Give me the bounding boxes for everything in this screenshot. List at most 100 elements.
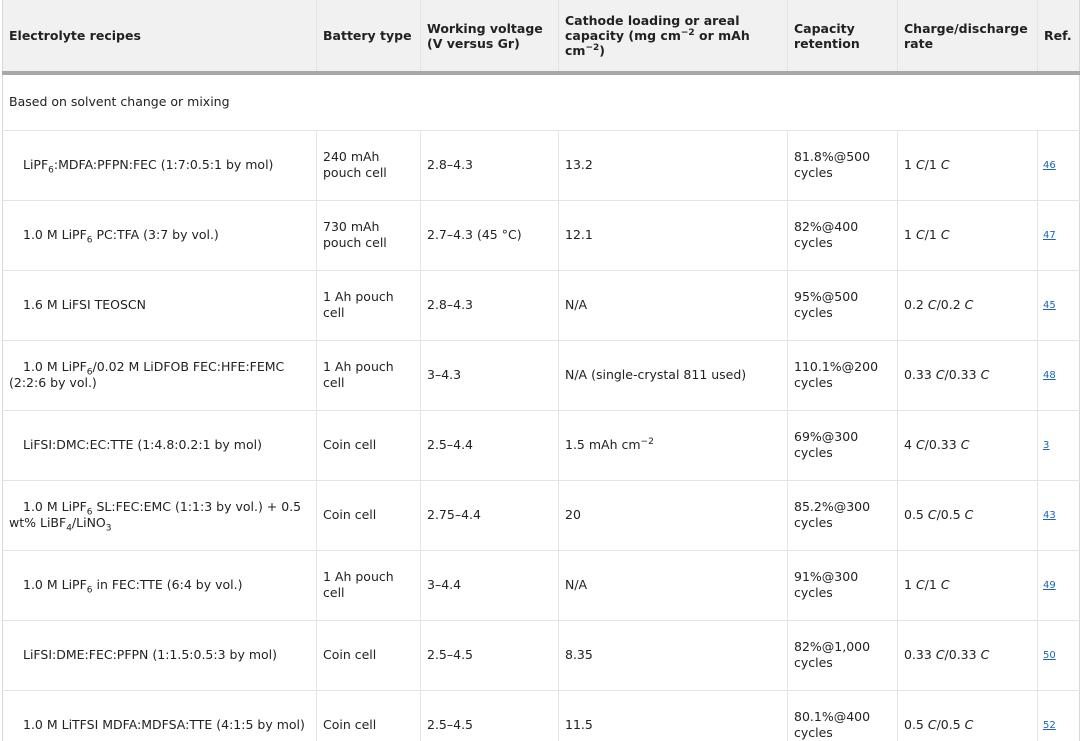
rate-unit: C <box>960 437 970 452</box>
header-battery-type: Battery type <box>316 0 421 75</box>
rate-unit: C <box>927 717 937 732</box>
rate-unit: C <box>980 647 990 662</box>
cathode-cell: 1.5 mAh cm−2 <box>558 410 788 481</box>
cathode-cell: 12.1 <box>558 200 788 271</box>
ref-cell: 49 <box>1037 550 1080 621</box>
battery-type-cell: Coin cell <box>316 410 421 481</box>
rate-unit: C <box>915 227 925 242</box>
rate-unit: C <box>915 437 925 452</box>
cathode-cell: N/A (single-crystal 811 used) <box>558 340 788 411</box>
rate-cell: 0.33 C/0.33 C <box>897 620 1038 691</box>
header-capacity-retention: Capacity retention <box>787 0 898 75</box>
battery-type-cell: 730 mAh pouch cell <box>316 200 421 271</box>
ref-link[interactable]: 48 <box>1043 370 1056 381</box>
ref-cell: 47 <box>1037 200 1080 271</box>
voltage-cell: 2.7–4.3 (45 °C) <box>420 200 559 271</box>
retention-cell: 95%@500 cycles <box>787 270 898 341</box>
rate-unit: C <box>915 157 925 172</box>
rate-unit: C <box>927 507 937 522</box>
rate-unit: C <box>940 157 950 172</box>
cathode-cell: 8.35 <box>558 620 788 691</box>
rate-unit: C <box>915 577 925 592</box>
table-row: LiFSI:DME:FEC:PFPN (1:1.5:0.5:3 by mol) … <box>2 620 1080 691</box>
voltage-cell: 2.5–4.5 <box>420 620 559 691</box>
ref-link[interactable]: 47 <box>1043 230 1056 241</box>
rate-unit: C <box>964 297 974 312</box>
rate-unit: C <box>964 507 974 522</box>
table-row: 1.6 M LiFSI TEOSCN 1 Ah pouch cell 2.8–4… <box>2 270 1080 341</box>
rate-cell: 1 C/1 C <box>897 130 1038 201</box>
section-label: Based on solvent change or mixing <box>2 73 1080 131</box>
recipe-cell: 1.0 M LiPF6 in FEC:TTE (6:4 by vol.) <box>2 550 317 621</box>
retention-cell: 80.1%@400 cycles <box>787 690 898 741</box>
rate-cell: 4 C/0.33 C <box>897 410 1038 481</box>
table-row: 1.0 M LiPF6 in FEC:TTE (6:4 by vol.) 1 A… <box>2 550 1080 621</box>
retention-cell: 91%@300 cycles <box>787 550 898 621</box>
voltage-cell: 2.75–4.4 <box>420 480 559 551</box>
retention-cell: 110.1%@200 cycles <box>787 340 898 411</box>
cathode-cell: 11.5 <box>558 690 788 741</box>
header-working-voltage: Working voltage (V versus Gr) <box>420 0 559 75</box>
ref-cell: 46 <box>1037 130 1080 201</box>
header-electrolyte-recipes: Electrolyte recipes <box>2 0 317 75</box>
retention-cell: 81.8%@500 cycles <box>787 130 898 201</box>
electrolyte-table: Electrolyte recipes Battery type Working… <box>2 0 1080 741</box>
voltage-cell: 2.5–4.4 <box>420 410 559 481</box>
recipe-cell: 1.0 M LiPF6/0.02 M LiDFOB FEC:HFE:FEMC (… <box>2 340 317 411</box>
rate-cell: 0.5 C/0.5 C <box>897 690 1038 741</box>
header-row: Electrolyte recipes Battery type Working… <box>2 0 1080 75</box>
rate-unit: C <box>927 297 937 312</box>
rate-unit: C <box>940 227 950 242</box>
section-row: Based on solvent change or mixing <box>2 73 1080 131</box>
rate-cell: 1 C/1 C <box>897 200 1038 271</box>
voltage-cell: 3–4.3 <box>420 340 559 411</box>
rate-unit: C <box>940 577 950 592</box>
recipe-cell: LiFSI:DME:FEC:PFPN (1:1.5:0.5:3 by mol) <box>2 620 317 691</box>
battery-type-cell: 240 mAh pouch cell <box>316 130 421 201</box>
cathode-cell: 13.2 <box>558 130 788 201</box>
ref-link[interactable]: 45 <box>1043 300 1056 311</box>
electrolyte-table-container: Electrolyte recipes Battery type Working… <box>0 0 1080 741</box>
ref-cell: 50 <box>1037 620 1080 691</box>
recipe-cell: 1.0 M LiPF6 PC:TFA (3:7 by vol.) <box>2 200 317 271</box>
ref-link[interactable]: 46 <box>1043 160 1056 171</box>
header-ref: Ref. <box>1037 0 1080 75</box>
rate-unit: C <box>980 367 990 382</box>
table-row: 1.0 M LiPF6 SL:FEC:EMC (1:1:3 by vol.) +… <box>2 480 1080 551</box>
retention-cell: 82%@1,000 cycles <box>787 620 898 691</box>
ref-link[interactable]: 3 <box>1043 440 1049 451</box>
retention-cell: 69%@300 cycles <box>787 410 898 481</box>
table-body: Based on solvent change or mixing LiPF6:… <box>2 73 1080 741</box>
rate-cell: 0.2 C/0.2 C <box>897 270 1038 341</box>
cathode-cell: 20 <box>558 480 788 551</box>
ref-cell: 48 <box>1037 340 1080 411</box>
table-row: 1.0 M LiPF6/0.02 M LiDFOB FEC:HFE:FEMC (… <box>2 340 1080 411</box>
voltage-cell: 2.8–4.3 <box>420 270 559 341</box>
recipe-cell: 1.6 M LiFSI TEOSCN <box>2 270 317 341</box>
header-cathode-loading: Cathode loading or areal capacity (mg cm… <box>558 0 788 75</box>
recipe-cell: LiPF6:MDFA:PFPN:FEC (1:7:0.5:1 by mol) <box>2 130 317 201</box>
battery-type-cell: Coin cell <box>316 690 421 741</box>
battery-type-cell: Coin cell <box>316 480 421 551</box>
voltage-cell: 2.8–4.3 <box>420 130 559 201</box>
ref-cell: 3 <box>1037 410 1080 481</box>
table-row: LiPF6:MDFA:PFPN:FEC (1:7:0.5:1 by mol) 2… <box>2 130 1080 201</box>
battery-type-cell: 1 Ah pouch cell <box>316 340 421 411</box>
voltage-cell: 2.5–4.5 <box>420 690 559 741</box>
battery-type-cell: 1 Ah pouch cell <box>316 270 421 341</box>
battery-type-cell: Coin cell <box>316 620 421 691</box>
recipe-cell: 1.0 M LiPF6 SL:FEC:EMC (1:1:3 by vol.) +… <box>2 480 317 551</box>
rate-cell: 0.5 C/0.5 C <box>897 480 1038 551</box>
voltage-cell: 3–4.4 <box>420 550 559 621</box>
table-row: LiFSI:DMC:EC:TTE (1:4.8:0.2:1 by mol) Co… <box>2 410 1080 481</box>
ref-link[interactable]: 52 <box>1043 720 1056 731</box>
rate-cell: 1 C/1 C <box>897 550 1038 621</box>
ref-link[interactable]: 43 <box>1043 510 1056 521</box>
table-header: Electrolyte recipes Battery type Working… <box>2 0 1080 75</box>
recipe-cell: 1.0 M LiTFSI MDFA:MDFSA:TTE (4:1:5 by mo… <box>2 690 317 741</box>
ref-cell: 43 <box>1037 480 1080 551</box>
ref-link[interactable]: 50 <box>1043 650 1056 661</box>
ref-link[interactable]: 49 <box>1043 580 1056 591</box>
retention-cell: 85.2%@300 cycles <box>787 480 898 551</box>
rate-unit: C <box>935 367 945 382</box>
